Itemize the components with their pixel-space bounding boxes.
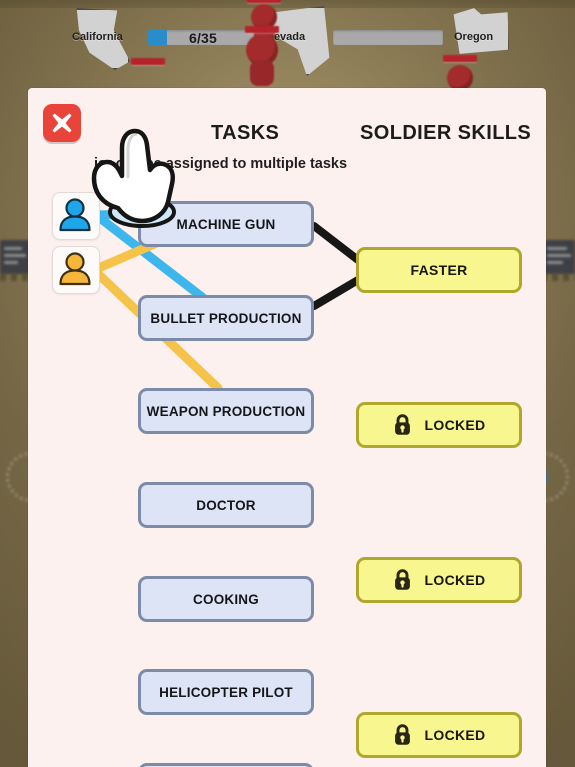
link-bullet-production-faster — [310, 276, 362, 310]
task-button-cooking[interactable]: COOKING — [138, 576, 314, 622]
panel-subtitle: ier can be assigned to multiple tasks — [94, 156, 348, 172]
task-button-bullet-production[interactable]: BULLET PRODUCTION — [138, 295, 314, 341]
enemy-unit — [128, 58, 168, 92]
skill-button-locked-1[interactable]: LOCKED — [356, 402, 522, 448]
enemy-health-bar — [247, 0, 281, 3]
lock-icon — [394, 569, 410, 590]
skill-label: LOCKED — [424, 727, 486, 743]
task-button-helicopter-pilot[interactable]: HELICOPTER PILOT — [138, 669, 314, 715]
lock-icon — [394, 414, 410, 435]
skill-button-locked-2[interactable]: LOCKED — [356, 557, 522, 603]
tasks-column-title: TASKS — [211, 122, 280, 144]
task-button-machine-gun[interactable]: MACHINE GUN — [138, 201, 314, 247]
enemy-body — [250, 60, 274, 86]
close-icon — [52, 113, 72, 133]
task-assignment-panel: TASKS SOLDIER SKILLS ier can be assigned… — [28, 88, 546, 767]
task-button-next[interactable] — [138, 763, 314, 767]
skill-button-locked-3[interactable]: LOCKED — [356, 712, 522, 758]
task-label: DOCTOR — [196, 497, 256, 513]
skill-label: LOCKED — [424, 417, 486, 433]
soldier-icon — [59, 198, 91, 232]
skill-label: FASTER — [410, 262, 468, 278]
progress-bar-oregon — [333, 30, 443, 45]
task-button-weapon-production[interactable]: WEAPON PRODUCTION — [138, 388, 314, 434]
top-hud: California Nevada Oregon 6/35 — [0, 0, 575, 92]
game-screen: California Nevada Oregon 6/35 TASKS SOLD… — [0, 0, 575, 767]
lock-icon — [394, 724, 410, 745]
close-button[interactable] — [43, 104, 81, 142]
soldier-avatar-orange[interactable] — [52, 246, 100, 294]
enemy-health-bar — [245, 26, 279, 33]
task-label: MACHINE GUN — [176, 216, 276, 232]
soldier-icon — [59, 252, 91, 286]
skill-label: LOCKED — [424, 572, 486, 588]
task-button-doctor[interactable]: DOCTOR — [138, 482, 314, 528]
task-label: WEAPON PRODUCTION — [146, 403, 306, 419]
soldier-avatar-blue[interactable] — [52, 192, 100, 240]
enemy-health-bar — [131, 58, 165, 65]
task-label: BULLET PRODUCTION — [150, 310, 302, 326]
skill-button-faster[interactable]: FASTER — [356, 247, 522, 293]
task-label: HELICOPTER PILOT — [159, 684, 293, 700]
state-label-oregon: Oregon — [454, 31, 494, 43]
enemy-unit — [240, 26, 284, 90]
enemy-health-bar — [443, 55, 477, 62]
link-machine-gun-faster — [310, 222, 362, 264]
skills-column-title: SOLDIER SKILLS — [360, 122, 532, 144]
state-label-california: California — [72, 31, 123, 43]
task-label: COOKING — [193, 591, 259, 607]
